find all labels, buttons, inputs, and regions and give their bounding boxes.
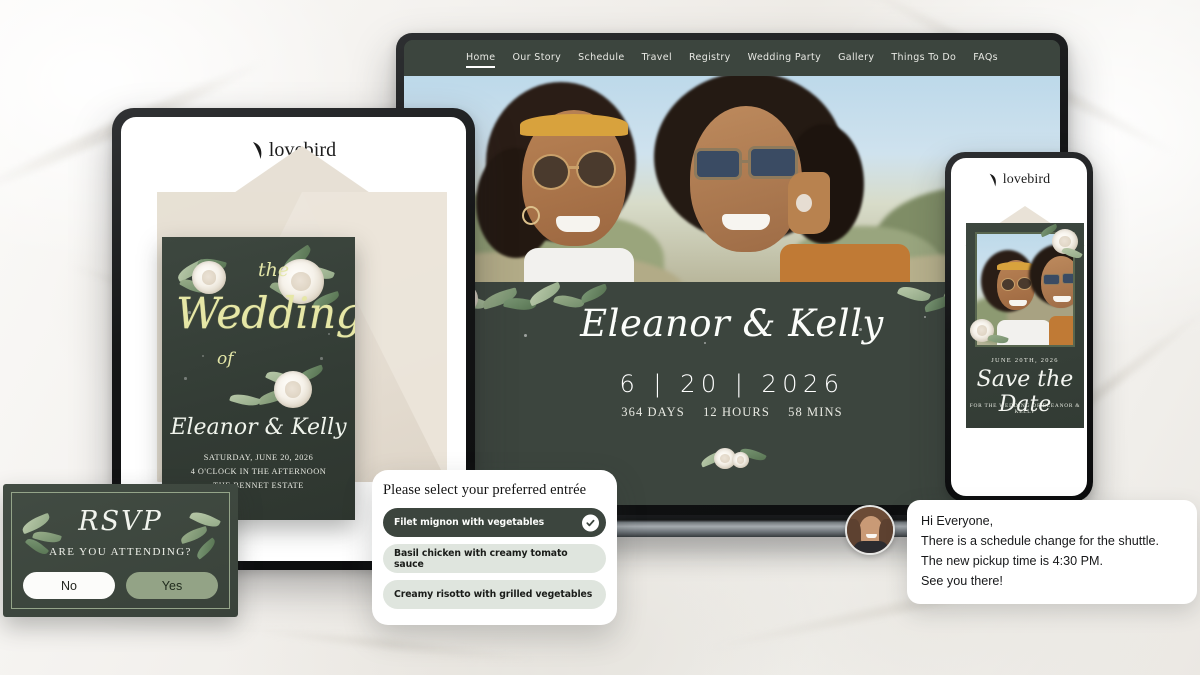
countdown-days: 364 DAYS <box>621 405 685 419</box>
entree-option-label: Creamy risotto with grilled vegetables <box>394 589 593 600</box>
rsvp-card: RSVP ARE YOU ATTENDING? No Yes <box>3 484 238 617</box>
nav-item-registry[interactable]: Registry <box>689 52 731 68</box>
save-the-date-date: JUNE 20TH, 2026 <box>991 357 1059 364</box>
rsvp-title: RSVP <box>78 506 163 537</box>
message-bubble[interactable]: Hi Everyone, There is a schedule change … <box>907 500 1197 604</box>
check-icon <box>582 514 599 531</box>
rsvp-yes-button[interactable]: Yes <box>126 572 218 599</box>
entree-selection-card: Please select your preferred entrée File… <box>372 470 617 625</box>
rsvp-no-button[interactable]: No <box>23 572 115 599</box>
phone-screen: lovebird JUNE 20TH, 2026 Save the Date F… <box>951 158 1087 496</box>
entree-option-creamy-risotto[interactable]: Creamy risotto with grilled vegetables <box>383 580 606 609</box>
feather-icon <box>988 173 998 188</box>
save-the-date-card[interactable]: JUNE 20TH, 2026 Save the Date FOR THE WE… <box>966 223 1084 428</box>
entree-title: Please select your preferred entrée <box>383 482 587 498</box>
message-line-3: The new pickup time is 4:30 PM. <box>921 554 1103 568</box>
countdown-hours: 12 HOURS <box>703 405 770 419</box>
nav-item-faqs[interactable]: FAQs <box>973 52 998 68</box>
invitation-wedding: Wedding <box>176 289 355 339</box>
brand-name: lovebird <box>1002 172 1051 187</box>
invitation-time: 4 O'CLOCK IN THE AFTERNOON <box>190 467 327 476</box>
countdown-mins: 58 MINS <box>788 405 843 419</box>
entree-option-filet-mignon[interactable]: Filet mignon with vegetables <box>383 508 606 537</box>
nav-item-travel[interactable]: Travel <box>642 52 672 68</box>
nav-item-gallery[interactable]: Gallery <box>838 52 874 68</box>
save-the-date-subtitle: FOR THE WEDDING OF ELEANOR & KELLY <box>969 403 1081 415</box>
rsvp-button-group: No Yes <box>23 572 218 599</box>
invitation-the: the <box>258 259 290 281</box>
phone-frame: lovebird JUNE 20TH, 2026 Save the Date F… <box>945 152 1093 502</box>
message-line-4: See you there! <box>921 574 1003 588</box>
nav-item-our-story[interactable]: Our Story <box>512 52 561 68</box>
entree-option-label: Basil chicken with creamy tomato sauce <box>394 547 568 570</box>
site-navigation: Home Our Story Schedule Travel Registry … <box>404 40 1060 76</box>
avatar <box>845 505 895 555</box>
entree-option-label: Filet mignon with vegetables <box>394 517 545 528</box>
lovebird-logo-phone: lovebird <box>951 158 1087 188</box>
entree-option-basil-chicken[interactable]: Basil chicken with creamy tomato sauce <box>383 544 606 573</box>
phone-device: lovebird JUNE 20TH, 2026 Save the Date F… <box>945 152 1093 502</box>
rsvp-question: ARE YOU ATTENDING? <box>49 546 192 558</box>
nav-item-wedding-party[interactable]: Wedding Party <box>748 52 821 68</box>
invitation-of: of <box>217 349 234 369</box>
message-line-1: Hi Everyone, <box>921 514 994 528</box>
invitation-date: SATURDAY, JUNE 20, 2026 <box>203 453 314 462</box>
nav-item-home[interactable]: Home <box>466 52 496 68</box>
nav-item-schedule[interactable]: Schedule <box>578 52 624 68</box>
message-line-2: There is a schedule change for the shutt… <box>921 534 1160 548</box>
nav-item-things-to-do[interactable]: Things To Do <box>891 52 956 68</box>
invitation-names: Eleanor & Kelly <box>170 415 347 440</box>
wedding-invitation-card[interactable]: the Wedding of Eleanor & Kelly SATURDAY,… <box>162 237 355 520</box>
